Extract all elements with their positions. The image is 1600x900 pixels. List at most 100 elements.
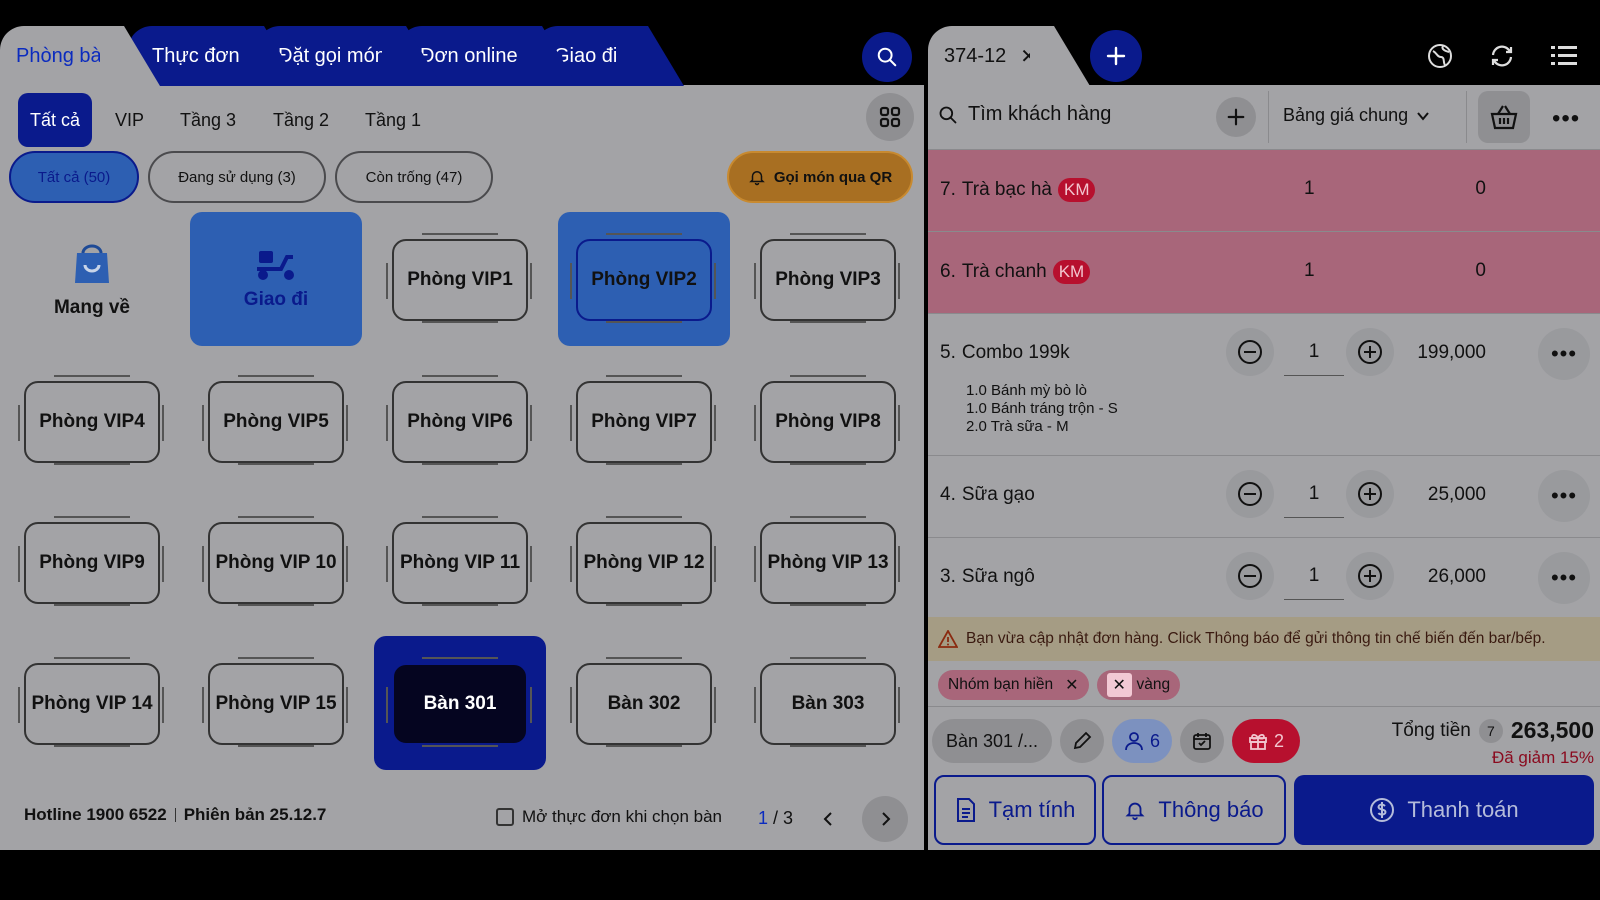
promo-tag-label: Nhóm bạn hiền <box>948 676 1054 693</box>
table-tile[interactable]: Phòng VIP4 <box>18 375 164 465</box>
edit-button[interactable] <box>1060 719 1104 763</box>
table-label: Phòng VIP5 <box>223 411 329 432</box>
table-tile[interactable]: Phòng VIP 11 <box>386 516 532 606</box>
table-tile[interactable]: Phòng VIP 14 <box>18 657 164 747</box>
page-current: 1 <box>758 808 769 828</box>
area-floor-1[interactable]: Tầng 1 <box>353 93 433 147</box>
area-floor-3[interactable]: Tầng 3 <box>168 93 248 147</box>
prev-page-button[interactable] <box>806 796 852 842</box>
tab-tables[interactable]: Phòng bàn <box>0 26 160 86</box>
table-tile[interactable]: Bàn 301 <box>386 657 532 747</box>
guest-count: 6 <box>1149 730 1160 751</box>
search-button[interactable] <box>862 32 912 82</box>
line-name: 7. Trà bạc hà KM <box>940 178 1096 202</box>
pricelist-select[interactable]: Bảng giá chung <box>1283 105 1430 126</box>
line-more-button[interactable]: ••• <box>1538 552 1590 604</box>
order-line[interactable]: 3. Sữa ngô 1 26,000 ••• <box>928 538 1600 618</box>
order-total: Tổng tiền 7 263,500 Đã giảm 15% <box>1392 717 1594 768</box>
more-options-button[interactable]: ••• <box>1552 105 1580 133</box>
decrease-qty-button[interactable] <box>1226 328 1274 376</box>
pencil-icon <box>1073 731 1092 750</box>
grid-icon <box>879 106 901 128</box>
promo-tag[interactable]: Nhóm bạn hiền ✕ <box>938 670 1089 700</box>
table-tile[interactable]: Bàn 303 <box>754 657 900 747</box>
search-icon <box>877 47 897 67</box>
sync-button[interactable] <box>1482 36 1522 76</box>
area-floor-2[interactable]: Tầng 2 <box>261 93 341 147</box>
plus-icon <box>1227 108 1245 126</box>
customer-row: Tìm khách hàng Bảng giá chung ••• <box>928 85 1600 150</box>
qty-input[interactable]: 1 <box>1284 470 1344 518</box>
line-more-button[interactable]: ••• <box>1538 470 1590 522</box>
menu-button[interactable] <box>1544 36 1584 76</box>
chevron-right-icon <box>882 812 891 826</box>
qr-order-label: Gọi món qua QR <box>773 168 893 186</box>
tab-label: Đơn online <box>420 44 518 67</box>
add-order-button[interactable] <box>1090 30 1142 82</box>
decrease-qty-button[interactable] <box>1226 552 1274 600</box>
promo-badge: KM <box>1052 260 1091 284</box>
table-tile[interactable]: Phòng VIP6 <box>386 375 532 465</box>
filter-all[interactable]: Tất cả (50) <box>9 151 139 203</box>
table-tile[interactable]: Phòng VIP 15 <box>202 657 348 747</box>
next-page-button[interactable] <box>862 796 908 842</box>
close-icon[interactable]: ✕ <box>1106 673 1132 697</box>
qr-order-button[interactable]: Gọi món qua QR <box>727 151 913 203</box>
line-item-name: Trà chanh <box>961 261 1047 282</box>
table-tile[interactable]: Phòng VIP2 <box>570 233 716 323</box>
line-price: 199,000 <box>1417 342 1486 363</box>
table-tile[interactable]: Phòng VIP7 <box>570 375 716 465</box>
table-tile[interactable]: Phòng VIP 12 <box>570 516 716 606</box>
qty-input[interactable]: 1 <box>1284 552 1344 600</box>
line-index: 4. <box>940 484 956 505</box>
promo-tag[interactable]: Giờ vàng ✕ <box>1096 670 1181 700</box>
table-tile[interactable]: Phòng VIP9 <box>18 516 164 606</box>
open-menu-toggle[interactable]: Mở thực đơn khi chọn bàn <box>496 807 722 827</box>
close-icon[interactable]: ✕ <box>1065 675 1078 695</box>
schedule-button[interactable] <box>1180 719 1224 763</box>
refresh-icon <box>1491 45 1513 67</box>
open-menu-checkbox[interactable] <box>496 808 514 826</box>
qty-input[interactable]: 1 <box>1284 328 1344 376</box>
table-tile[interactable]: Phòng VIP3 <box>754 233 900 323</box>
order-line[interactable]: 5. Combo 199k 1 199,000 ••• 1.0 Bánh mỳ … <box>928 314 1600 456</box>
table-tile[interactable]: Bàn 302 <box>570 657 716 747</box>
update-alert[interactable]: Bạn vừa cập nhật đơn hàng. Click Thông b… <box>928 617 1600 661</box>
table-tile[interactable]: Phòng VIP 10 <box>202 516 348 606</box>
temp-bill-button[interactable]: Tạm tính <box>934 775 1096 845</box>
layout-toggle-button[interactable] <box>866 93 914 141</box>
gift-button[interactable]: 2 <box>1232 719 1300 763</box>
order-line[interactable]: 7. Trà bạc hà KM 1 0 <box>928 150 1600 232</box>
notify-button[interactable]: Thông báo <box>1102 775 1286 845</box>
line-item-name: Trà bạc hà <box>961 179 1052 200</box>
guests-button[interactable]: 6 <box>1112 719 1172 763</box>
document-icon <box>956 798 975 822</box>
order-line[interactable]: 6. Trà chanh KM 1 0 <box>928 232 1600 314</box>
takeaway-label: Mang về <box>53 297 131 318</box>
order-tab[interactable]: 374-12 ✕ <box>928 26 1090 86</box>
table-tile[interactable]: Phòng VIP 13 <box>754 516 900 606</box>
table-tile[interactable]: Phòng VIP8 <box>754 375 900 465</box>
version: Phiên bản 25.12.7 <box>183 805 327 824</box>
order-line[interactable]: 4. Sữa gạo 1 25,000 ••• <box>928 456 1600 538</box>
filter-available[interactable]: Còn trống (47) <box>335 151 493 203</box>
line-name: 5. Combo 199k <box>940 342 1070 364</box>
line-more-button[interactable]: ••• <box>1538 328 1590 380</box>
line-qty: 1 <box>1304 178 1315 199</box>
decrease-qty-button[interactable] <box>1226 470 1274 518</box>
person-icon <box>1125 732 1143 751</box>
area-all[interactable]: Tất cả <box>18 93 93 147</box>
table-select-button[interactable]: Bàn 301 /... <box>932 719 1052 763</box>
basket-button[interactable] <box>1478 91 1530 143</box>
pay-button[interactable]: Thanh toán <box>1294 775 1594 845</box>
filter-in-use[interactable]: Đang sử dụng (3) <box>148 151 326 203</box>
delivery-tile[interactable]: Giao đi <box>190 212 362 346</box>
customer-search-input[interactable]: Tìm khách hàng <box>938 103 1111 126</box>
table-tile[interactable]: Phòng VIP1 <box>386 233 532 323</box>
globe-button[interactable] <box>1420 36 1460 76</box>
takeaway-tile[interactable]: Mang về <box>24 226 160 336</box>
pricelist-value: Bảng giá chung <box>1283 105 1409 125</box>
area-vip[interactable]: VIP <box>103 93 156 147</box>
table-tile[interactable]: Phòng VIP5 <box>202 375 348 465</box>
add-customer-button[interactable] <box>1216 97 1256 137</box>
